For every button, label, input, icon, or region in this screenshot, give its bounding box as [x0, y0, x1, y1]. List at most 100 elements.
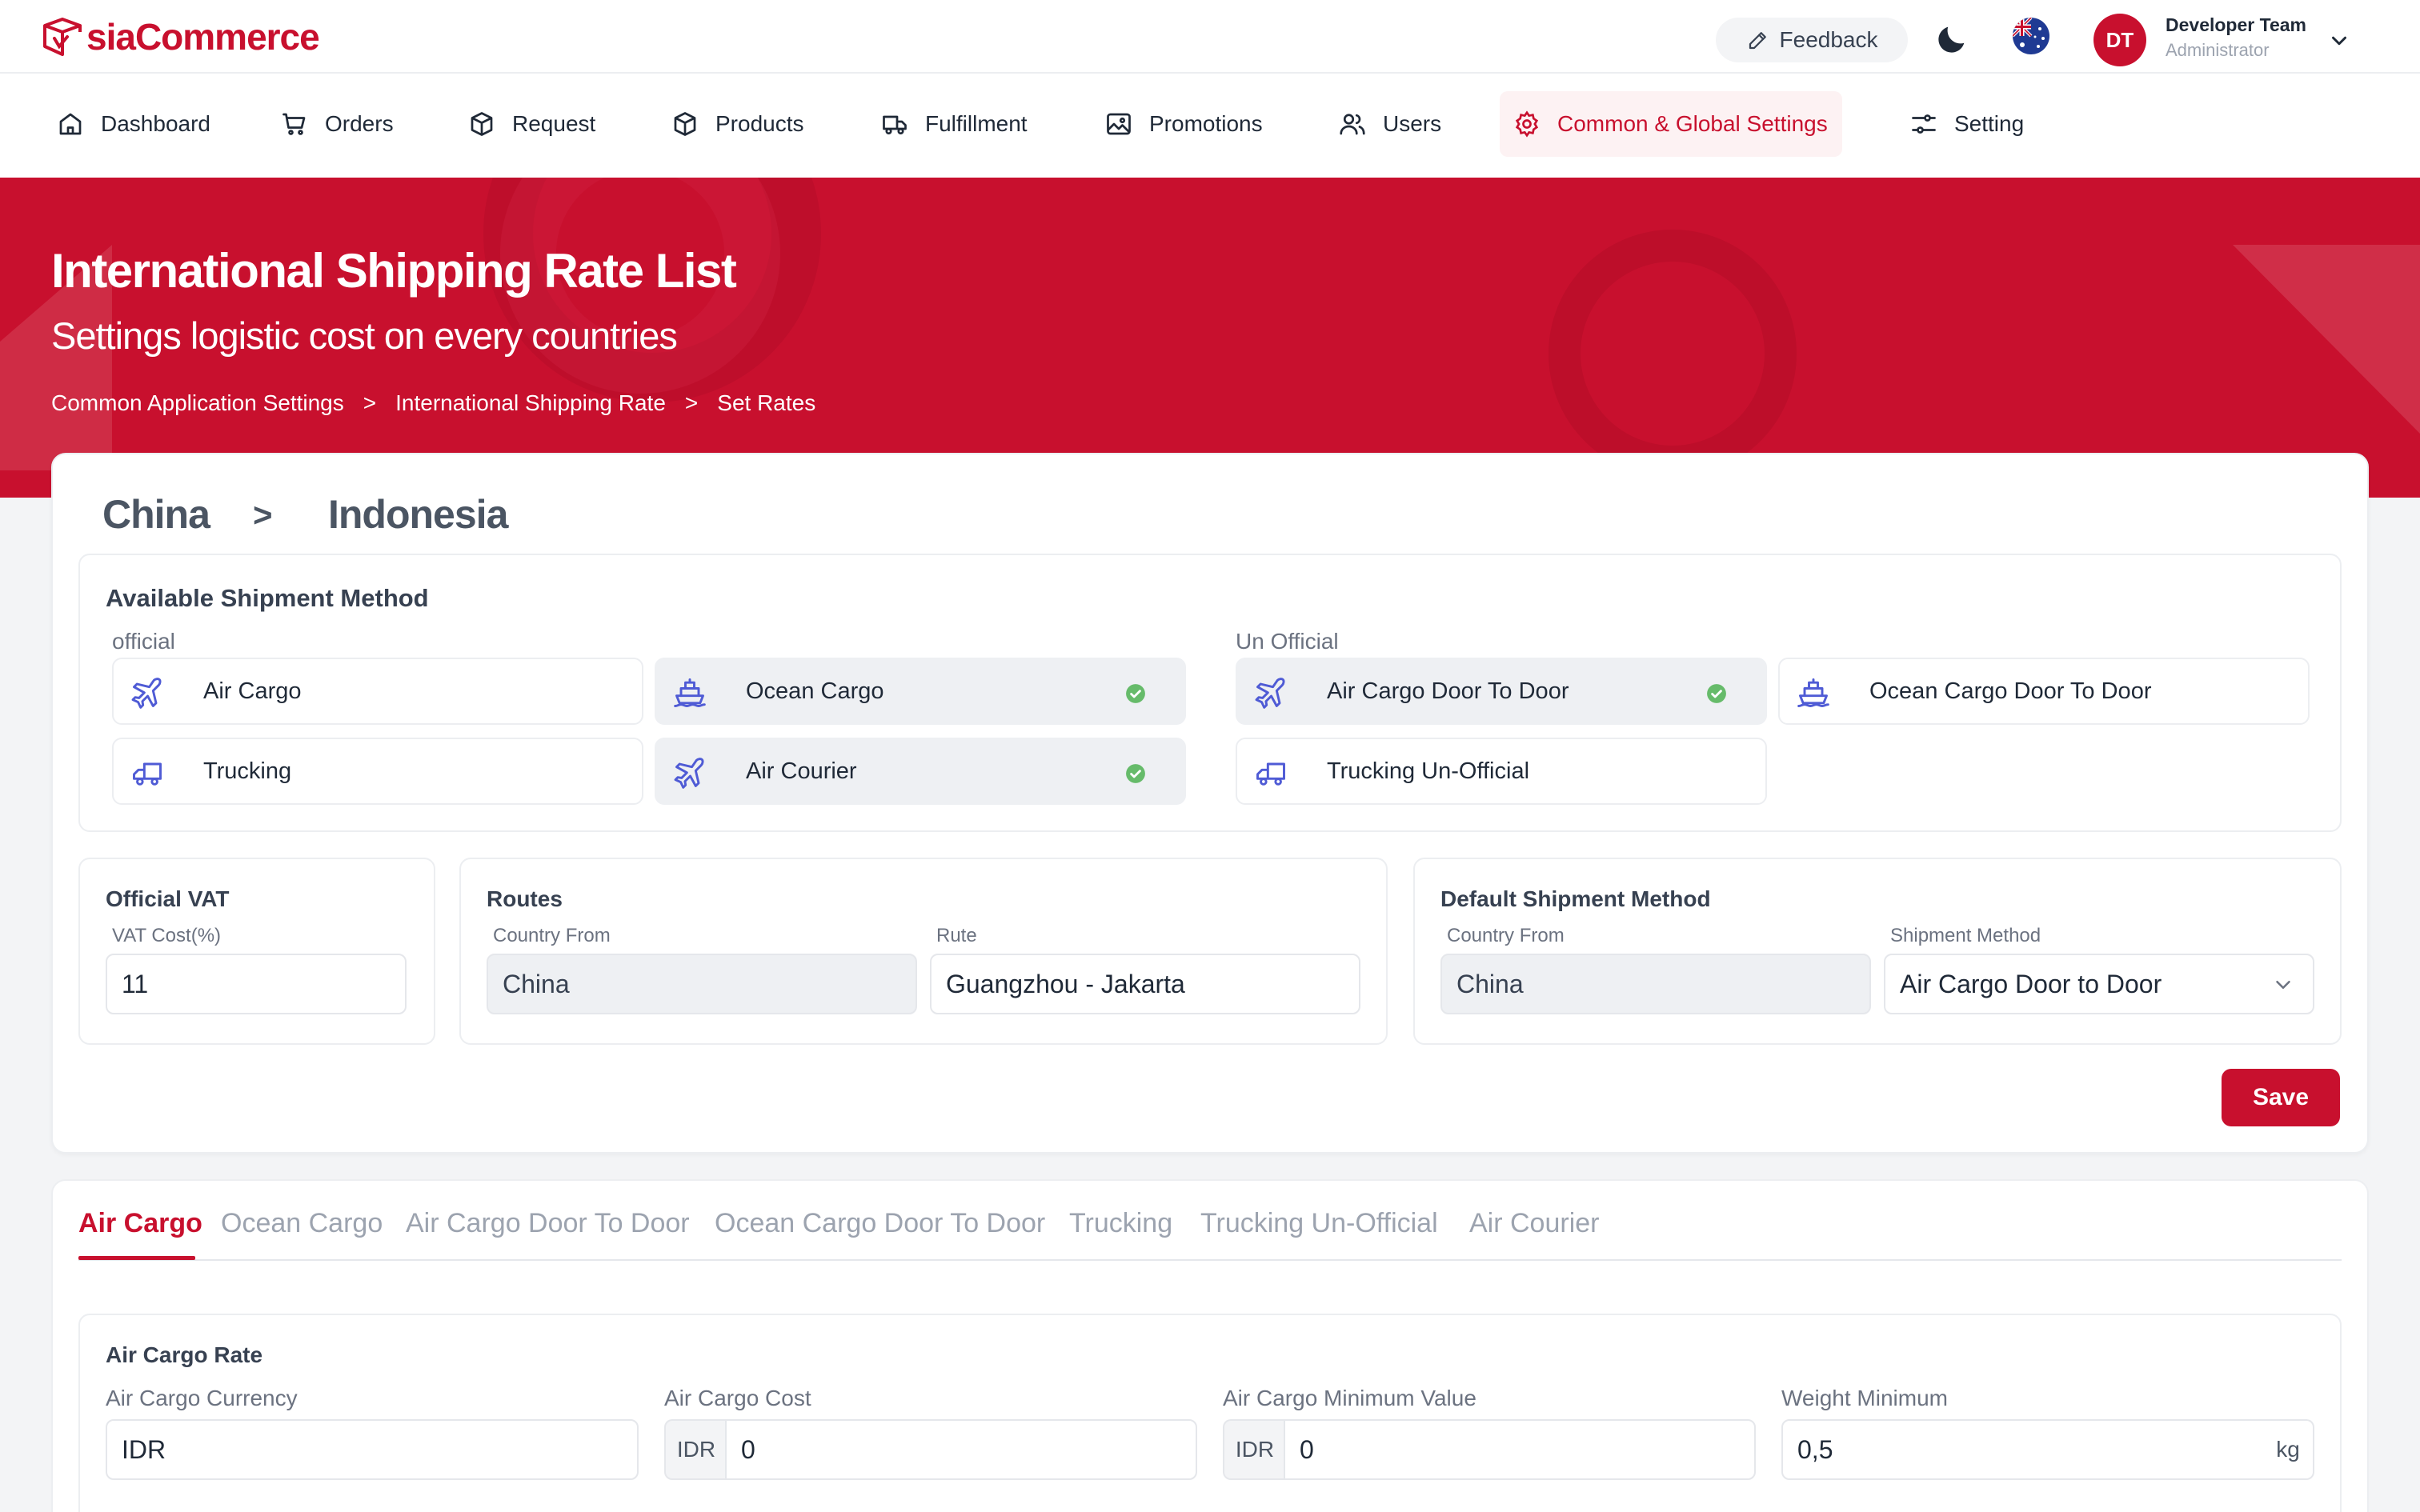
feedback-button[interactable]: Feedback — [1716, 18, 1908, 62]
truck-icon — [1256, 762, 1285, 786]
tab-ocean-cargo-door-to-door[interactable]: Ocean Cargo Door To Door — [715, 1208, 1045, 1239]
box-icon — [471, 112, 493, 136]
nav-label: Fulfillment — [925, 111, 1028, 136]
default-country-from-label: Country From — [1447, 925, 1565, 946]
air-cargo-min-value-label: Air Cargo Minimum Value — [1223, 1386, 1476, 1410]
method-label: Trucking Un-Official — [1327, 758, 1530, 784]
default-shipment-method-title: Default Shipment Method — [1440, 886, 1711, 911]
nav-label: Users — [1383, 111, 1442, 136]
nav-label: Products — [715, 111, 804, 136]
feedback-label: Feedback — [1779, 27, 1878, 52]
nav-label: Promotions — [1149, 111, 1263, 136]
airplane-icon — [1255, 678, 1285, 709]
pencil-icon — [1749, 32, 1766, 50]
air-cargo-cost-input[interactable]: 0 — [725, 1419, 1197, 1480]
nav-item-users[interactable]: Users — [1325, 91, 1454, 157]
weight-unit-suffix: kg — [2263, 1419, 2314, 1480]
nav-item-request[interactable]: Request — [455, 91, 608, 157]
breadcrumb-item[interactable]: Common Application Settings — [51, 390, 344, 416]
chevron-down-icon — [2276, 981, 2290, 989]
tab-trucking[interactable]: Trucking — [1069, 1208, 1172, 1239]
currency-prefix: IDR — [664, 1419, 727, 1480]
nav-item-dashboard[interactable]: Dashboard — [43, 91, 223, 157]
nav-label: Common & Global Settings — [1557, 111, 1828, 136]
air-cargo-rate-panel — [78, 1314, 2342, 1512]
chevron-down-icon[interactable] — [2327, 29, 2351, 53]
tab-air-cargo[interactable]: Air Cargo — [78, 1208, 202, 1239]
avatar[interactable]: DT — [2093, 14, 2146, 66]
method-air-courier[interactable]: Air Courier — [655, 738, 1186, 805]
air-cargo-rate-title: Air Cargo Rate — [106, 1342, 263, 1367]
method-air-cargo[interactable]: Air Cargo — [112, 658, 643, 725]
shipment-method-value: Air Cargo Door to Door — [1900, 969, 2162, 998]
tab-ocean-cargo[interactable]: Ocean Cargo — [221, 1208, 383, 1239]
page-hero: International Shipping Rate List Setting… — [0, 178, 2420, 498]
image-icon — [1107, 113, 1131, 135]
rute-label: Rute — [936, 925, 977, 946]
weight-minimum-input[interactable]: 0,5 — [1781, 1419, 2265, 1480]
method-ocean-cargo[interactable]: Ocean Cargo — [655, 658, 1186, 725]
method-label: Air Courier — [746, 758, 857, 784]
nav-item-promotions[interactable]: Promotions — [1092, 91, 1276, 157]
tab-air-cargo-door-to-door[interactable]: Air Cargo Door To Door — [406, 1208, 690, 1239]
route-arrow: > — [253, 496, 273, 534]
vat-cost-input[interactable]: 11 — [106, 954, 407, 1014]
unofficial-group-label: Un Official — [1236, 629, 1339, 654]
logo-text: siaCommerce — [86, 16, 320, 58]
official-group-label: official — [112, 629, 175, 654]
australia-flag-icon[interactable] — [2013, 18, 2049, 54]
ship-icon — [674, 678, 706, 707]
nav-item-setting[interactable]: Setting — [1897, 91, 2037, 157]
method-trucking[interactable]: Trucking — [112, 738, 643, 805]
method-ocean-cargo-door-to-door[interactable]: Ocean Cargo Door To Door — [1778, 658, 2310, 725]
breadcrumb-item[interactable]: International Shipping Rate — [395, 390, 666, 416]
air-cargo-cost-label: Air Cargo Cost — [664, 1386, 811, 1410]
breadcrumb-item-current: Set Rates — [717, 390, 816, 415]
method-label: Ocean Cargo Door To Door — [1869, 678, 2152, 704]
nav-item-fulfillment[interactable]: Fulfillment — [867, 91, 1040, 157]
route-to-country: Indonesia — [328, 492, 508, 537]
top-header: siaCommerce Feedback DT Developer Team A… — [0, 0, 2420, 74]
default-country-from-input: China — [1440, 954, 1871, 1014]
route-from-country: China — [102, 492, 210, 537]
air-cargo-min-value-input[interactable]: 0 — [1284, 1419, 1756, 1480]
nav-label: Orders — [325, 111, 394, 136]
routes-title: Routes — [487, 886, 563, 911]
chevron-right-icon: > — [363, 390, 377, 415]
method-trucking-un-official[interactable]: Trucking Un-Official — [1236, 738, 1767, 805]
nav-label: Request — [512, 111, 596, 136]
check-circle-icon — [1126, 684, 1145, 703]
active-tab-indicator — [78, 1256, 195, 1260]
cart-icon — [282, 113, 306, 135]
method-air-cargo-door-to-door[interactable]: Air Cargo Door To Door — [1236, 658, 1767, 725]
nav-label: Setting — [1954, 111, 2025, 136]
airplane-icon — [674, 758, 704, 789]
truck-icon — [883, 115, 907, 135]
currency-prefix: IDR — [1223, 1419, 1285, 1480]
tabs-divider — [78, 1259, 2342, 1261]
truck-icon — [133, 762, 162, 786]
moon-icon[interactable] — [1933, 21, 1970, 58]
tab-air-courier[interactable]: Air Courier — [1469, 1208, 1599, 1239]
page-title: International Shipping Rate List — [51, 244, 737, 298]
rute-input[interactable]: Guangzhou - Jakarta — [930, 954, 1360, 1014]
nav-item-orders[interactable]: Orders — [267, 91, 407, 157]
tab-trucking-un-official[interactable]: Trucking Un-Official — [1200, 1208, 1438, 1239]
method-label: Ocean Cargo — [746, 678, 884, 704]
gear-icon — [1515, 110, 1539, 138]
ship-icon — [1797, 678, 1829, 707]
airplane-icon — [131, 678, 162, 709]
main-nav: Dashboard Orders Request Products Fulfil… — [0, 74, 2420, 178]
routes-panel — [459, 858, 1388, 1045]
air-cargo-currency-input[interactable]: IDR — [106, 1419, 639, 1480]
home-icon — [59, 113, 82, 135]
nav-item-common-global-settings[interactable]: Common & Global Settings — [1500, 91, 1842, 157]
logo-mark-icon — [43, 18, 82, 56]
nav-item-products[interactable]: Products — [658, 91, 817, 157]
shipment-method-select[interactable]: Air Cargo Door to Door — [1884, 954, 2314, 1014]
weight-minimum-label: Weight Minimum — [1781, 1386, 1948, 1410]
save-button[interactable]: Save — [2222, 1069, 2340, 1126]
app-logo[interactable]: siaCommerce — [40, 14, 320, 59]
sliders-icon — [1912, 114, 1936, 134]
air-cargo-currency-label: Air Cargo Currency — [106, 1386, 298, 1410]
